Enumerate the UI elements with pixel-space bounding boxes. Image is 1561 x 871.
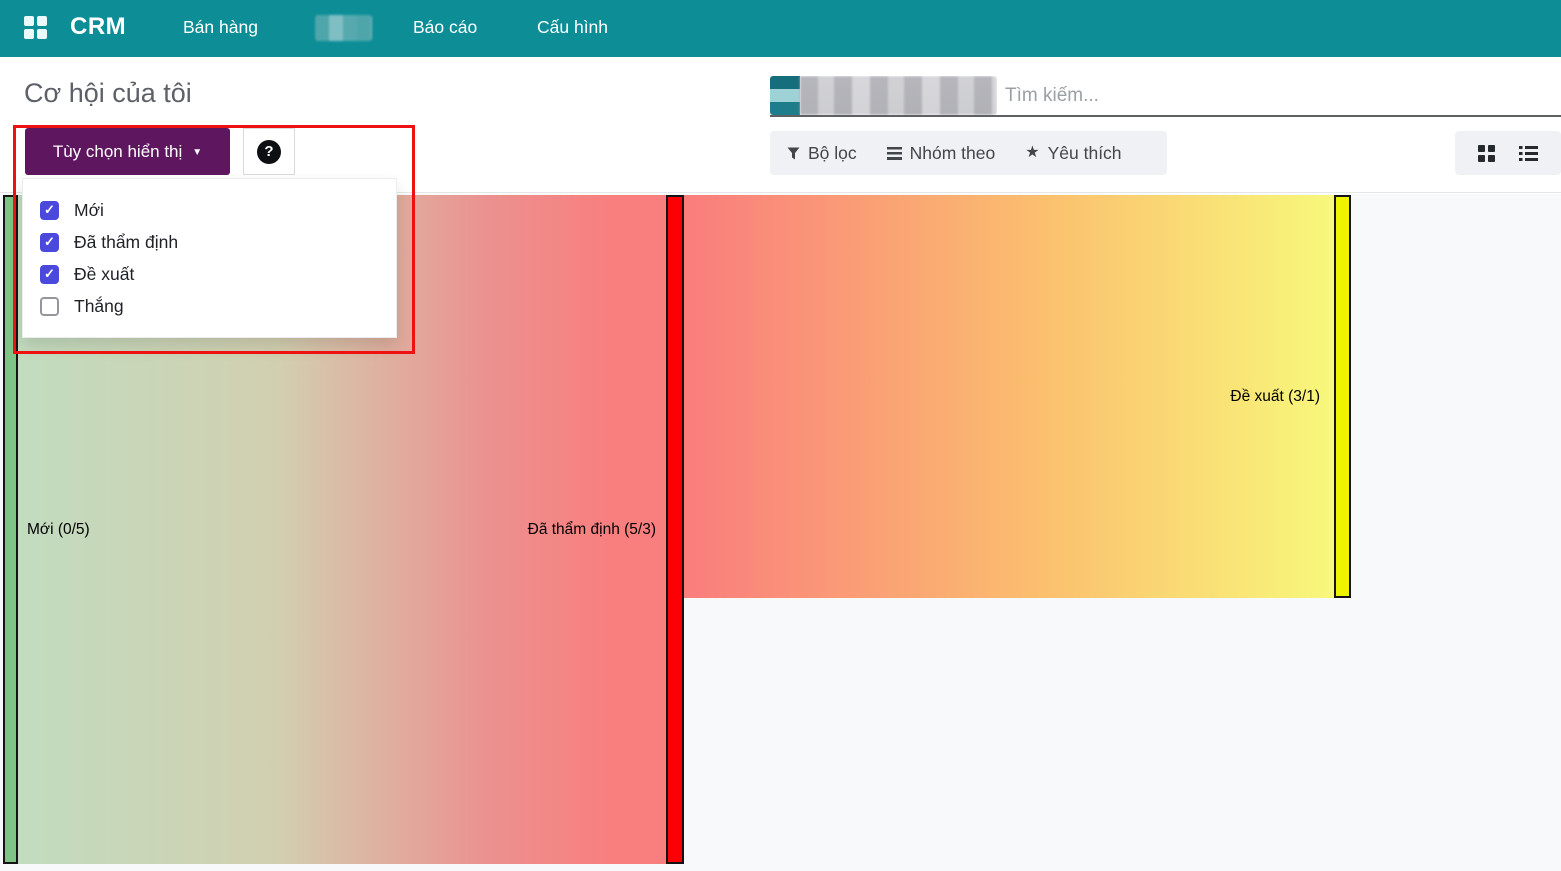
help-button[interactable]: ? bbox=[243, 128, 295, 175]
filters-button[interactable]: Bộ lọc bbox=[787, 143, 857, 164]
nav-item-configuration[interactable]: Cấu hình bbox=[537, 17, 608, 38]
funnel-start-bar bbox=[3, 195, 18, 864]
facet-icon bbox=[770, 76, 800, 115]
checkbox-moi[interactable]: ✓ bbox=[40, 201, 59, 220]
checkbox-thang[interactable] bbox=[40, 297, 59, 316]
page-title: Cơ hội của tôi bbox=[24, 78, 192, 109]
view-switcher bbox=[1455, 131, 1561, 175]
nav-item-reporting[interactable]: Báo cáo bbox=[413, 17, 477, 38]
favorites-label: Yêu thích bbox=[1048, 143, 1122, 164]
favorites-button[interactable]: ★ Yêu thích bbox=[1025, 143, 1121, 164]
dropdown-option-moi[interactable]: ✓ Mới bbox=[23, 194, 396, 226]
dropdown-option-label: Mới bbox=[74, 200, 104, 221]
funnel-label-de-xuat: Đề xuất (3/1) bbox=[684, 195, 1320, 598]
dropdown-option-label: Đã thẩm định bbox=[74, 232, 178, 253]
filters-label: Bộ lọc bbox=[808, 143, 857, 164]
help-icon: ? bbox=[257, 140, 281, 164]
dropdown-option-label: Thắng bbox=[74, 296, 124, 317]
dropdown-option-da-tham-dinh[interactable]: ✓ Đã thẩm định bbox=[23, 226, 396, 258]
checkbox-de-xuat[interactable]: ✓ bbox=[40, 265, 59, 284]
display-options-dropdown: ✓ Mới ✓ Đã thẩm định ✓ Đề xuất Thắng bbox=[22, 178, 397, 338]
checkbox-da-tham-dinh[interactable]: ✓ bbox=[40, 233, 59, 252]
dropdown-option-thang[interactable]: Thắng bbox=[23, 290, 396, 322]
group-by-label: Nhóm theo bbox=[910, 143, 996, 164]
search-underline bbox=[770, 115, 1561, 117]
crm-app-screen: CRM Bán hàng Báo cáo Cấu hình Cơ hội của… bbox=[0, 0, 1561, 871]
kanban-view-icon[interactable] bbox=[1478, 145, 1495, 162]
top-navbar: CRM Bán hàng Báo cáo Cấu hình bbox=[0, 0, 1561, 57]
star-icon: ★ bbox=[1025, 142, 1039, 162]
dropdown-option-label: Đề xuất bbox=[74, 264, 134, 285]
app-title[interactable]: CRM bbox=[70, 13, 126, 41]
nav-item-sales[interactable]: Bán hàng bbox=[183, 17, 258, 38]
funnel-icon bbox=[787, 147, 800, 160]
search-input[interactable] bbox=[1005, 80, 1425, 112]
dropdown-option-de-xuat[interactable]: ✓ Đề xuất bbox=[23, 258, 396, 290]
bars-icon bbox=[887, 147, 902, 160]
filter-bar: Bộ lọc Nhóm theo ★ Yêu thích bbox=[770, 131, 1167, 175]
group-by-button[interactable]: Nhóm theo bbox=[887, 143, 996, 164]
apps-grid-icon[interactable] bbox=[24, 16, 47, 39]
search-facet-redacted[interactable] bbox=[770, 76, 997, 115]
facet-blurred-text bbox=[800, 76, 997, 115]
list-view-icon[interactable] bbox=[1519, 146, 1538, 161]
funnel-end-bar bbox=[1334, 195, 1351, 598]
nav-item-redacted[interactable] bbox=[315, 15, 372, 41]
caret-down-icon: ▼ bbox=[192, 147, 202, 158]
display-options-button[interactable]: Tùy chọn hiển thị ▼ bbox=[25, 128, 230, 175]
display-options-label: Tùy chọn hiển thị bbox=[53, 142, 182, 162]
funnel-mid-bar bbox=[666, 195, 684, 864]
